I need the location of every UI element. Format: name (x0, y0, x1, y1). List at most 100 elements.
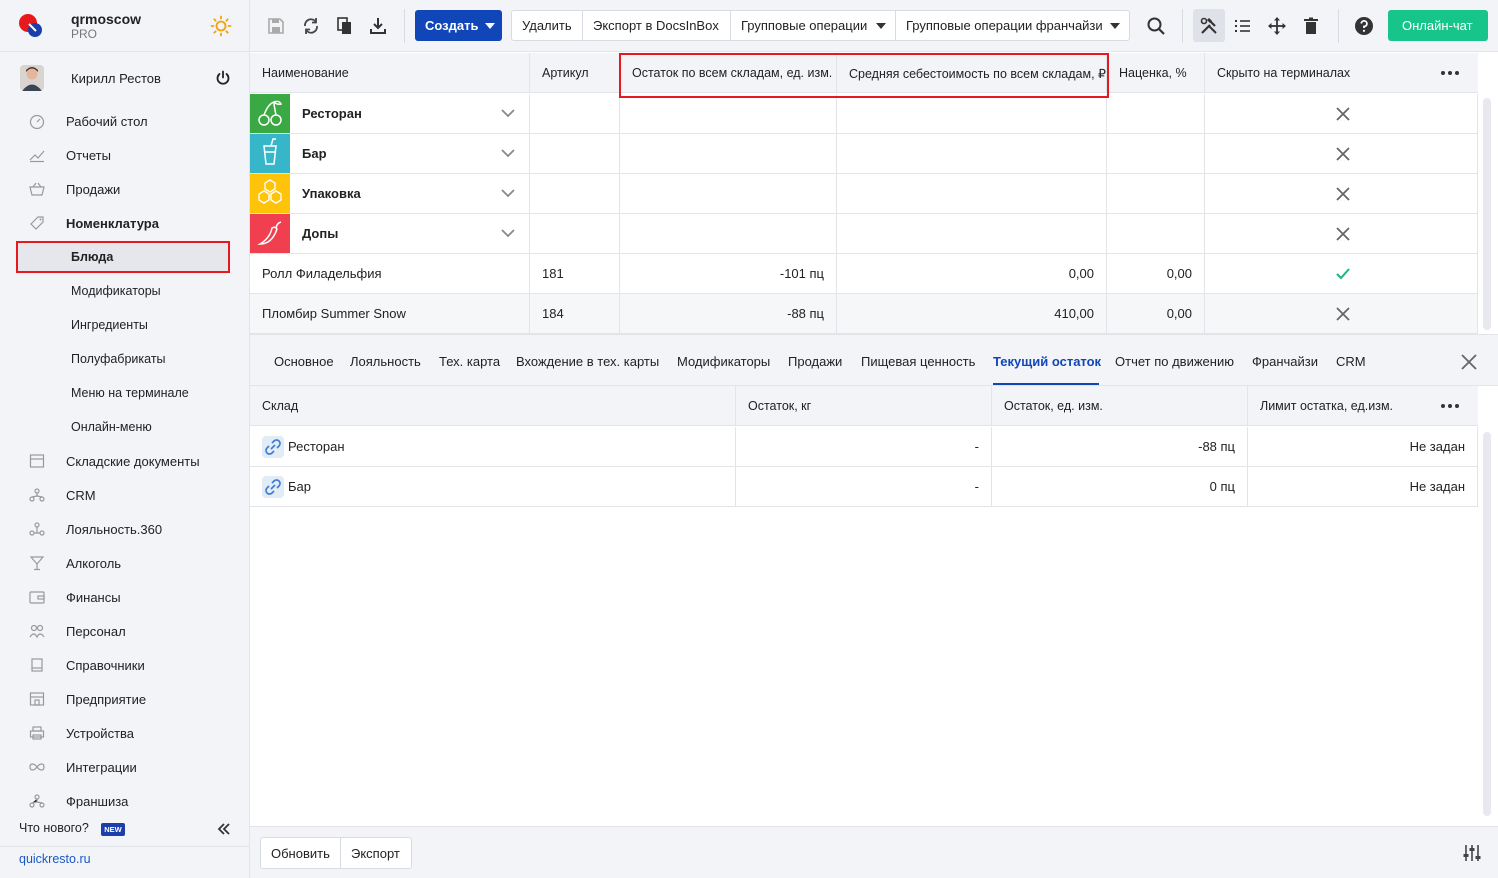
table-row[interactable]: Бар - 0 пц Не задан (250, 467, 1478, 507)
tab-tech-card[interactable]: Тех. карта (439, 354, 500, 369)
refresh-button[interactable]: Обновить (261, 838, 341, 868)
nav-item-finance[interactable]: Финансы (0, 580, 249, 614)
article-cell: 181 (530, 254, 620, 293)
tab-current-stock[interactable]: Текущий остаток (993, 354, 1101, 369)
nav-subitem-semifinished[interactable]: Полуфабрикаты (0, 342, 249, 376)
column-header-warehouse[interactable]: Склад (250, 386, 736, 426)
column-header-stock-units[interactable]: Остаток, ед. изм. (992, 386, 1248, 426)
tab-sales[interactable]: Продажи (788, 354, 842, 369)
move-icon[interactable] (1267, 16, 1287, 36)
nav-subitem-dishes[interactable]: Блюда (0, 240, 249, 274)
tab-tech-card-entries[interactable]: Вхождение в тех. карты (516, 354, 659, 369)
nav-item-label: Отчеты (66, 148, 111, 163)
tab-nutrition[interactable]: Пищевая ценность (861, 354, 975, 369)
stock-cell (620, 94, 837, 133)
nav-item-nomenclature[interactable]: Номенклатура (0, 206, 249, 240)
trash-icon[interactable] (1301, 16, 1321, 36)
nav-item-enterprise[interactable]: Предприятие (0, 682, 249, 716)
tab-main[interactable]: Основное (274, 354, 334, 369)
item-markup: 0,00 (1166, 306, 1192, 321)
export-button[interactable]: Экспорт (341, 838, 411, 868)
download-icon[interactable] (368, 16, 388, 36)
theme-sun-icon[interactable] (210, 15, 232, 37)
cost-cell: 0,00 (837, 254, 1107, 293)
scrollbar[interactable] (1483, 432, 1491, 816)
link-icon[interactable] (262, 476, 284, 498)
column-header-hidden[interactable]: Скрыто на терминалах (1205, 53, 1478, 93)
column-header-name[interactable]: Наименование (250, 53, 530, 93)
cross-icon (1335, 106, 1351, 122)
nav-item-references[interactable]: Справочники (0, 648, 249, 682)
chevron-down-icon[interactable] (501, 188, 515, 198)
category-row-bar[interactable]: Бар (250, 134, 1478, 174)
column-header-label: Скрыто на терминалах (1217, 66, 1351, 80)
table-row[interactable]: Ресторан - -88 пц Не задан (250, 427, 1478, 467)
nav-item-reports[interactable]: Отчеты (0, 138, 249, 172)
category-row-restaurant[interactable]: Ресторан (250, 94, 1478, 134)
stock-limit-value: Не задан (1409, 439, 1465, 454)
nav-item-loyalty[interactable]: Лояльность.360 (0, 512, 249, 546)
chevron-down-icon[interactable] (501, 148, 515, 158)
delete-button[interactable]: Удалить (512, 11, 583, 40)
nav-subitem-ingredients[interactable]: Ингредиенты (0, 308, 249, 342)
save-icon[interactable] (266, 16, 286, 36)
logout-power-icon[interactable] (215, 70, 231, 86)
column-header-stock-kg[interactable]: Остаток, кг (736, 386, 992, 426)
nav-item-staff[interactable]: Персонал (0, 614, 249, 648)
column-header-article[interactable]: Артикул (530, 53, 620, 93)
nav-item-devices[interactable]: Устройства (0, 716, 249, 750)
markup-cell: 0,00 (1107, 254, 1205, 293)
nav-item-dashboard[interactable]: Рабочий стол (0, 104, 249, 138)
tab-loyalty[interactable]: Лояльность (350, 354, 421, 369)
user-name[interactable]: Кирилл Рестов (71, 71, 161, 86)
more-options-icon[interactable] (1440, 65, 1460, 81)
category-row-extras[interactable]: Допы (250, 214, 1478, 254)
refresh-icon[interactable] (301, 16, 321, 36)
nav-item-alcohol[interactable]: Алкоголь (0, 546, 249, 580)
collapse-sidebar-icon[interactable] (217, 822, 231, 836)
group-operations-franchise-dropdown[interactable]: Групповые операции франчайзи (896, 11, 1129, 40)
avatar[interactable] (20, 65, 44, 91)
settings-sliders-icon[interactable] (1462, 843, 1482, 863)
nav-item-integrations[interactable]: Интеграции (0, 750, 249, 784)
table-row[interactable]: Ролл Филадельфия 181 -101 пц 0,00 0,00 (250, 254, 1478, 294)
help-icon[interactable] (1354, 16, 1374, 36)
export-label: Экспорт (351, 846, 400, 861)
online-chat-button[interactable]: Онлайн-чат (1388, 10, 1488, 41)
chevron-down-icon[interactable] (501, 228, 515, 238)
nav-item-sales[interactable]: Продажи (0, 172, 249, 206)
group-operations-dropdown[interactable]: Групповые операции (731, 11, 896, 40)
site-link[interactable]: quickresto.ru (19, 852, 91, 866)
nav-item-warehouse-docs[interactable]: Складские документы (0, 444, 249, 478)
store-icon (28, 691, 46, 707)
nav-subitem-modifiers[interactable]: Модификаторы (0, 274, 249, 308)
column-header-markup[interactable]: Наценка, % (1107, 53, 1205, 93)
nav-subitem-terminal-menu[interactable]: Меню на терминале (0, 376, 249, 410)
close-icon[interactable] (1461, 354, 1477, 370)
company-name[interactable]: qrmoscow (71, 11, 141, 27)
tab-crm[interactable]: CRM (1336, 354, 1366, 369)
hidden-cell (1205, 294, 1478, 333)
tab-franchise[interactable]: Франчайзи (1252, 354, 1318, 369)
tab-movement-report[interactable]: Отчет по движению (1115, 354, 1234, 369)
tab-modifiers[interactable]: Модификаторы (677, 354, 770, 369)
search-icon[interactable] (1146, 16, 1166, 36)
link-icon[interactable] (262, 436, 284, 458)
franchise-icon (28, 793, 46, 809)
chevron-down-icon[interactable] (501, 108, 515, 118)
scrollbar[interactable] (1483, 98, 1491, 330)
export-docsinbox-button[interactable]: Экспорт в DocsInBox (583, 11, 731, 40)
nav-item-franchise[interactable]: Франшиза (0, 784, 249, 818)
more-options-icon[interactable] (1440, 398, 1460, 414)
category-row-packaging[interactable]: Упаковка (250, 174, 1478, 214)
create-button[interactable]: Создать (415, 10, 502, 41)
nav-subitem-online-menu[interactable]: Онлайн-меню (0, 410, 249, 444)
whats-new-link[interactable]: Что нового? (19, 821, 89, 835)
nav-item-label: Предприятие (66, 692, 147, 707)
list-icon[interactable] (1233, 16, 1253, 36)
copy-icon[interactable] (335, 16, 355, 36)
nav-item-crm[interactable]: CRM (0, 478, 249, 512)
active-highlight-box (16, 241, 230, 273)
table-row[interactable]: Пломбир Summer Snow 184 -88 пц 410,00 0,… (250, 294, 1478, 334)
tools-icon[interactable] (1199, 16, 1219, 36)
